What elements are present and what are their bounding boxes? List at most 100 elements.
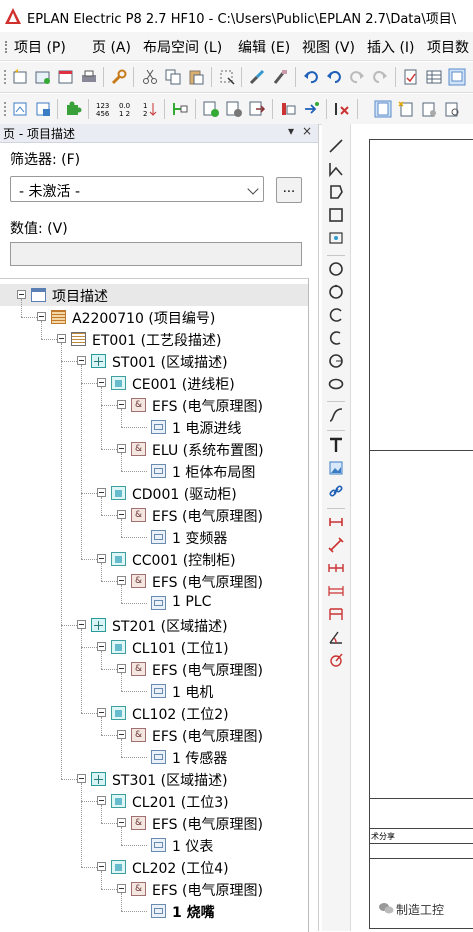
sort-numbers-icon[interactable]: 12	[141, 100, 159, 118]
chain-dimension-icon[interactable]	[328, 560, 344, 576]
image-frame-tool-icon[interactable]	[328, 230, 344, 246]
incremental-dimension-icon[interactable]	[328, 583, 344, 599]
redo-icon[interactable]	[371, 68, 389, 86]
aligned-dimension-icon[interactable]	[328, 537, 344, 553]
tree-node[interactable]: & EFS (电气原理图)	[0, 570, 308, 592]
filter-select[interactable]: - 未激活 -	[10, 176, 264, 202]
tree-node[interactable]: ST001 (区域描述)	[0, 350, 308, 372]
plugin-puzzle-icon[interactable]	[64, 100, 82, 118]
tree-node[interactable]: & EFS (电气原理图)	[0, 658, 308, 680]
table-view-icon[interactable]	[425, 68, 443, 86]
undo-icon[interactable]	[325, 68, 343, 86]
tree-node[interactable]: ST201 (区域描述)	[0, 614, 308, 636]
menu-project[interactable]: 项目 (P)	[14, 37, 66, 57]
menu-layout-space[interactable]: 布局空间 (L)	[143, 37, 222, 57]
collapse-toggle-icon[interactable]	[117, 884, 126, 893]
tree-node[interactable]: ST301 (区域描述)	[0, 768, 308, 790]
check-document-icon[interactable]	[402, 68, 420, 86]
tree-node[interactable]: CL202 (工位4)	[0, 856, 308, 878]
tree-node[interactable]: CL201 (工位3)	[0, 790, 308, 812]
text-tool-icon[interactable]	[328, 437, 344, 453]
drawing-canvas[interactable]: 术分享	[351, 124, 473, 931]
collapse-toggle-icon[interactable]	[97, 488, 106, 497]
flag-marker-icon[interactable]	[279, 100, 297, 118]
tree-node[interactable]: & ELU (系统布置图)	[0, 438, 308, 460]
renumber-icon[interactable]: 0.01 2	[118, 100, 136, 118]
project-properties-icon[interactable]	[57, 68, 75, 86]
collapse-toggle-icon[interactable]	[97, 796, 106, 805]
tree-node[interactable]: & EFS (电气原理图)	[0, 878, 308, 900]
tree-node[interactable]: 1 PLC	[0, 592, 308, 614]
collapse-toggle-icon[interactable]	[117, 576, 126, 585]
sector-tool-icon[interactable]	[328, 353, 344, 369]
sheet-settings-icon[interactable]	[420, 100, 438, 118]
circle-three-point-tool-icon[interactable]	[328, 284, 344, 300]
redo-list-icon[interactable]	[348, 68, 366, 86]
new-page-icon[interactable]	[11, 100, 29, 118]
collapse-toggle-icon[interactable]	[117, 818, 126, 827]
tree-node[interactable]: 1 柜体布局图	[0, 460, 308, 482]
collapse-toggle-icon[interactable]	[117, 444, 126, 453]
undo-list-icon[interactable]	[302, 68, 320, 86]
rectangle-tool-icon[interactable]	[328, 207, 344, 223]
collapse-toggle-icon[interactable]	[97, 378, 106, 387]
new-project-icon[interactable]	[11, 68, 29, 86]
tree-node[interactable]: 1 传感器	[0, 746, 308, 768]
tree-node[interactable]: & EFS (电气原理图)	[0, 504, 308, 526]
tree-node[interactable]: CL102 (工位2)	[0, 702, 308, 724]
tree-node[interactable]: 1 仪表	[0, 834, 308, 856]
toolbar-grip-handle[interactable]	[4, 70, 8, 84]
collapse-toggle-icon[interactable]	[77, 620, 86, 629]
baseline-dimension-icon[interactable]	[328, 606, 344, 622]
spline-tool-icon[interactable]	[328, 407, 344, 423]
new-sheet-icon[interactable]	[397, 100, 415, 118]
circle-tool-icon[interactable]	[328, 261, 344, 277]
collapse-toggle-icon[interactable]	[97, 642, 106, 651]
radius-dimension-icon[interactable]	[328, 652, 344, 668]
page-properties-icon[interactable]	[34, 100, 52, 118]
delete-markers-icon[interactable]	[333, 100, 351, 118]
check-page-icon[interactable]	[202, 100, 220, 118]
page-preview-icon[interactable]	[374, 100, 392, 118]
value-input[interactable]	[10, 242, 302, 266]
menu-view[interactable]: 视图 (V)	[302, 37, 355, 57]
hyperlink-tool-icon[interactable]	[328, 483, 344, 499]
sheet-view-icon[interactable]	[443, 100, 461, 118]
menu-edit[interactable]: 编辑 (E)	[238, 37, 290, 57]
selection-frame-icon[interactable]	[218, 68, 236, 86]
settings-wrench-icon[interactable]	[110, 68, 128, 86]
print-icon[interactable]	[80, 68, 98, 86]
menu-grip-handle[interactable]	[5, 41, 10, 53]
cross-reference-icon[interactable]	[171, 100, 189, 118]
check-settings-icon[interactable]	[225, 100, 243, 118]
collapse-toggle-icon[interactable]	[97, 862, 106, 871]
tree-node[interactable]: 项目描述	[0, 284, 308, 306]
arc-three-point-tool-icon[interactable]	[328, 330, 344, 346]
polygon-tool-icon[interactable]	[328, 184, 344, 200]
linear-dimension-icon[interactable]	[328, 514, 344, 530]
tree-node[interactable]: & EFS (电气原理图)	[0, 724, 308, 746]
tree-node[interactable]: 1 电机	[0, 680, 308, 702]
tree-node[interactable]: CD001 (驱动柜)	[0, 482, 308, 504]
panel-close-button[interactable]: ×	[302, 124, 312, 138]
collapse-toggle-icon[interactable]	[17, 290, 26, 299]
ellipse-tool-icon[interactable]	[328, 376, 344, 392]
collapse-toggle-icon[interactable]	[117, 730, 126, 739]
numbering-icon[interactable]: 123456	[95, 100, 113, 118]
tree-node[interactable]: 1 变频器	[0, 526, 308, 548]
tree-node[interactable]: CC001 (控制柜)	[0, 548, 308, 570]
tree-node[interactable]: CL101 (工位1)	[0, 636, 308, 658]
tree-node[interactable]: CE001 (进线柜)	[0, 372, 308, 394]
collapse-toggle-icon[interactable]	[77, 356, 86, 365]
menu-page[interactable]: 页 (A)	[92, 37, 131, 57]
menu-insert[interactable]: 插入 (I)	[367, 37, 415, 57]
polyline-tool-icon[interactable]	[328, 161, 344, 177]
open-project-icon[interactable]	[34, 68, 52, 86]
format-brush-icon[interactable]	[271, 68, 289, 86]
line-tool-icon[interactable]	[328, 138, 344, 154]
tree-node[interactable]: A2200710 (项目编号)	[0, 306, 308, 328]
angle-dimension-icon[interactable]	[328, 629, 344, 645]
collapse-toggle-icon[interactable]	[117, 510, 126, 519]
filter-more-button[interactable]: ...	[276, 177, 302, 203]
collapse-toggle-icon[interactable]	[117, 400, 126, 409]
